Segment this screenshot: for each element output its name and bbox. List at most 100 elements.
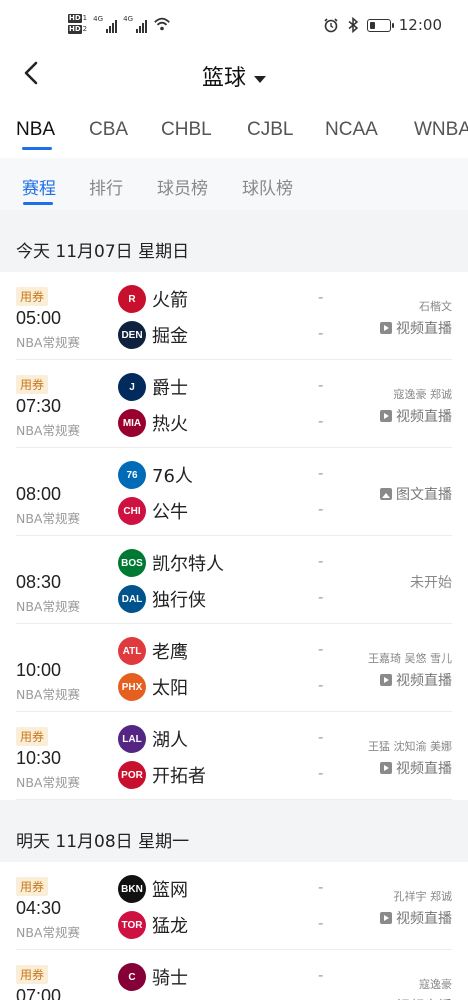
match-time: 07:30	[16, 396, 62, 416]
team-name: 公牛	[152, 502, 188, 523]
date-header: 明天 11月08日 星期一	[0, 800, 468, 862]
match-time: 10:00	[16, 660, 62, 680]
match-row[interactable]: 用券 07:30 NBA常规赛 J 爵士 - MIA 热火 - 寇逸豪 郑诚 视频直播	[0, 360, 468, 448]
alarm-icon	[324, 18, 338, 33]
tab-ranking[interactable]: 排行	[89, 174, 123, 199]
team-away[interactable]: DEN 掘金	[118, 320, 188, 350]
team-name: 骑士	[152, 968, 188, 989]
team-name: 掘金	[152, 326, 188, 347]
tab-player-rank[interactable]: 球员榜	[157, 174, 208, 199]
team-home[interactable]: 76 76人	[118, 460, 193, 490]
sim1-hd-icon: HD 1	[68, 14, 88, 23]
commentators: 孔祥宇 郑诚	[393, 890, 453, 903]
team-away[interactable]: POR 开拓者	[118, 760, 206, 790]
signal-1-icon: 4G	[93, 15, 118, 33]
tab-team-rank[interactable]: 球队榜	[242, 174, 293, 199]
tab-wnba[interactable]: WNBA	[414, 119, 468, 141]
match-time: 10:30	[16, 748, 62, 768]
team-home[interactable]: ATL 老鹰	[118, 636, 188, 666]
live-label: 图文直播	[396, 487, 452, 503]
top-header: 篮球	[0, 48, 468, 100]
live-button[interactable]: 视频直播	[380, 406, 452, 426]
match-league: NBA常规赛	[16, 423, 80, 438]
match-row[interactable]: 用券 10:30 NBA常规赛 LAL 湖人 - POR 开拓者 - 王猛 沈知渝 美娜 视频直播	[0, 712, 468, 800]
team-away[interactable]: CHI 公牛	[118, 496, 188, 526]
live-button[interactable]: 视频直播	[380, 908, 452, 928]
match-row[interactable]: 用券07:00NBA常规赛C骑士-寇逸豪视频直播	[0, 950, 468, 1000]
score-home: -	[318, 464, 324, 482]
match-row[interactable]: 用券 04:30 NBA常规赛 BKN 篮网 - TOR 猛龙 - 孔祥宇 郑诚 视频直播	[0, 862, 468, 950]
match-time: 04:30	[16, 898, 62, 918]
team-away[interactable]: MIA 热火	[118, 408, 188, 438]
team-home[interactable]: R 火箭	[118, 284, 188, 314]
match-row[interactable]: 10:00 NBA常规赛 ATL 老鹰 - PHX 太阳 - 王嘉琦 吴悠 雪儿 视频直播	[0, 624, 468, 712]
team-name: 独行侠	[152, 590, 206, 611]
match-row[interactable]: 08:00 NBA常规赛 76 76人 - CHI 公牛 - 图文直播	[0, 448, 468, 536]
live-button[interactable]: 视频直播	[380, 670, 452, 690]
score-home: -	[318, 966, 324, 984]
team-home[interactable]: BKN 篮网	[118, 874, 188, 904]
score-home: -	[318, 640, 324, 658]
team-name: 热火	[152, 414, 188, 435]
tab-cba[interactable]: CBA	[89, 119, 128, 141]
page-title: 篮球	[201, 66, 246, 91]
match-row[interactable]: 08:30 NBA常规赛 BOS 凯尔特人 - DAL 独行侠 - 未开始	[0, 536, 468, 624]
live-button[interactable]: 视频直播	[380, 996, 452, 1000]
live-label: 视频直播	[396, 409, 452, 425]
live-button[interactable]: 图文直播	[380, 484, 452, 504]
team-name: 猛龙	[152, 916, 188, 937]
heat-logo: MIA	[118, 409, 146, 437]
live-button[interactable]: 视频直播	[380, 758, 452, 778]
coupon-badge[interactable]: 用券	[16, 375, 49, 394]
sub-tab-indicator	[23, 202, 53, 205]
team-away[interactable]: TOR 猛龙	[118, 910, 188, 940]
coupon-badge[interactable]: 用券	[16, 965, 49, 984]
team-name: 老鹰	[152, 642, 188, 663]
sim2-hd-icon: HD 2	[68, 25, 88, 34]
tab-schedule[interactable]: 赛程	[22, 174, 56, 199]
score-home: -	[318, 878, 324, 896]
tab-ncaa[interactable]: NCAA	[325, 119, 378, 141]
sub-tabs: 赛程 排行 球员榜 球队榜	[0, 158, 468, 210]
score-away: -	[318, 412, 324, 430]
match-time: 08:00	[16, 484, 62, 504]
tab-cjbl[interactable]: CJBL	[247, 119, 293, 141]
coupon-badge[interactable]: 用券	[16, 287, 49, 306]
live-label: 视频直播	[396, 911, 452, 927]
score-away: -	[318, 676, 324, 694]
score-away: -	[318, 588, 324, 606]
team-name: 火箭	[152, 290, 188, 311]
live-label: 视频直播	[396, 996, 452, 1000]
live-label: 视频直播	[396, 761, 452, 777]
battery-icon	[366, 18, 394, 32]
team-away[interactable]: PHX 太阳	[118, 672, 188, 702]
commentators: 石楷文	[419, 300, 452, 313]
cavaliers-logo: C	[118, 963, 146, 991]
bulls-logo: CHI	[118, 497, 146, 525]
suns-logo: PHX	[118, 673, 146, 701]
coupon-badge[interactable]: 用券	[16, 727, 49, 746]
tab-chbl[interactable]: CHBL	[161, 119, 212, 141]
coupon-badge[interactable]: 用券	[16, 877, 49, 896]
mavericks-logo: DAL	[118, 585, 146, 613]
schedule-list[interactable]: 今天 11月07日 星期日 用券 05:00 NBA常规赛 R 火箭 - DEN 掘金 - 石楷文视…	[0, 210, 468, 1000]
match-row[interactable]: 用券 05:00 NBA常规赛 R 火箭 - DEN 掘金 - 石楷文 视频直播	[0, 272, 468, 360]
lakers-logo: LAL	[118, 725, 146, 753]
live-button[interactable]: 视频直播	[380, 318, 452, 338]
match-league: NBA常规赛	[16, 687, 80, 702]
team-home[interactable]: J 爵士	[118, 372, 188, 402]
team-home[interactable]: LAL 湖人	[118, 724, 188, 754]
team-name: 76人	[152, 466, 193, 487]
score-home: -	[318, 376, 324, 394]
caret-down-icon	[254, 75, 266, 83]
nets-logo: BKN	[118, 875, 146, 903]
team-home[interactable]: C 骑士	[118, 962, 188, 992]
sport-selector[interactable]: 篮球	[0, 60, 468, 92]
video-play-icon	[380, 912, 392, 924]
tab-nba[interactable]: NBA	[16, 119, 55, 141]
team-away[interactable]: DAL 独行侠	[118, 584, 206, 614]
rockets-logo: R	[118, 285, 146, 313]
team-home[interactable]: BOS 凯尔特人	[118, 548, 224, 578]
picture-icon	[380, 488, 392, 500]
celtics-logo: BOS	[118, 549, 146, 577]
